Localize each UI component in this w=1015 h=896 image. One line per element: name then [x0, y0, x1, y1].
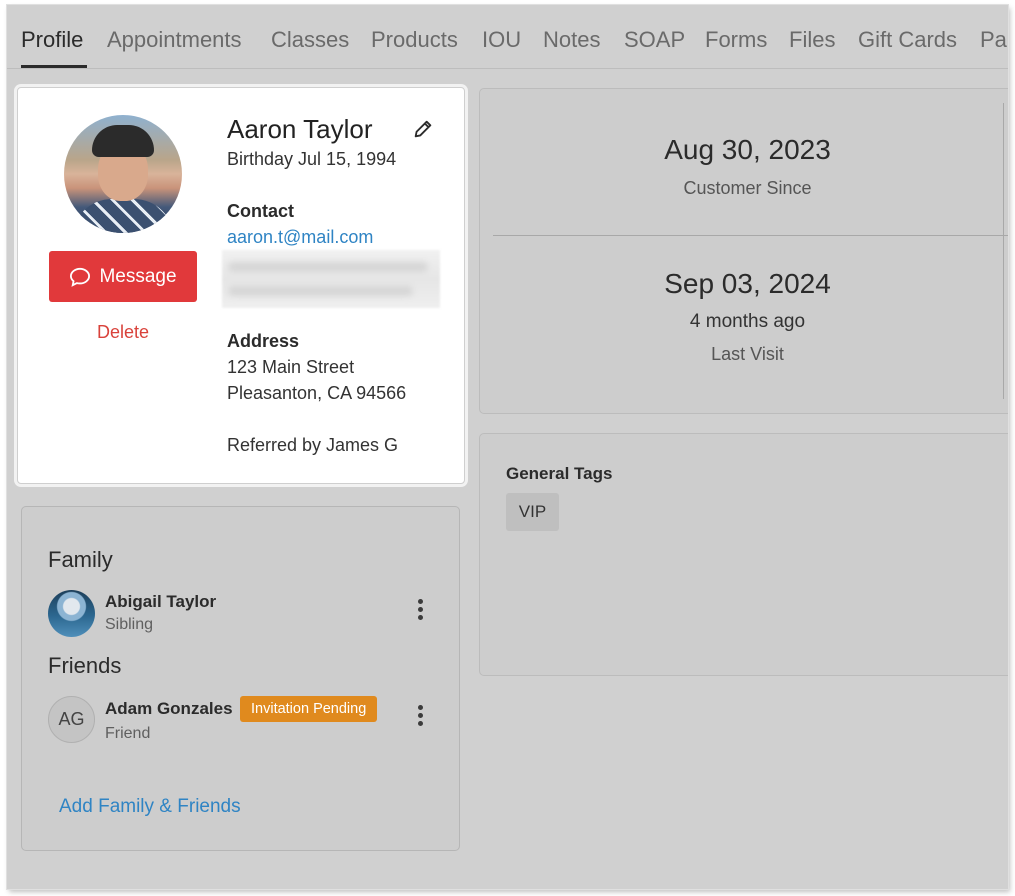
last-visit-relative: 4 months ago	[689, 311, 806, 332]
client-name: Aaron Taylor	[227, 114, 373, 144]
message-button-label: Message	[99, 265, 177, 287]
address-line-1: 123 Main Street	[227, 357, 355, 377]
last-visit-date: Sep 03, 2024	[664, 268, 831, 299]
customer-since-date: Aug 30, 2023	[664, 134, 831, 165]
tags-card: General Tags VIP	[479, 433, 1008, 676]
tab-gift-cards[interactable]: Gift Cards	[858, 27, 957, 53]
status-badge: Invitation Pending	[240, 696, 378, 722]
chat-bubble-icon	[70, 267, 91, 287]
last-visit-label: Last Visit	[711, 344, 784, 364]
more-options-icon[interactable]	[414, 597, 426, 621]
pencil-icon[interactable]	[412, 118, 434, 140]
visit-stats-card: Aug 30, 2023 Customer Since Sep 03, 2024…	[479, 88, 1008, 414]
address-line-2: Pleasanton, CA 94566	[227, 383, 407, 403]
tab-soap[interactable]: SOAP	[624, 27, 685, 53]
tags-title: General Tags	[506, 464, 613, 483]
tab-appointments[interactable]: Appointments	[107, 27, 242, 53]
contact-label: Contact	[227, 201, 294, 221]
tab-forms[interactable]: Forms	[705, 27, 767, 53]
tab-notes[interactable]: Notes	[543, 27, 600, 53]
tab-packages[interactable]: Pa	[980, 27, 1007, 53]
avatar[interactable]	[48, 590, 95, 637]
client-profile-window: Profile Appointments Classes Products IO…	[7, 5, 1008, 889]
avatar	[64, 115, 182, 233]
customer-since-label: Customer Since	[683, 178, 812, 198]
tab-bar: Profile Appointments Classes Products IO…	[7, 5, 1008, 69]
tag-chip[interactable]: VIP	[506, 493, 559, 531]
friends-title: Friends	[48, 653, 122, 678]
email-link[interactable]: aaron.t@mail.com	[227, 227, 373, 248]
referred-by: Referred by James G	[227, 435, 399, 455]
delete-link[interactable]: Delete	[49, 322, 197, 343]
tab-profile[interactable]: Profile	[21, 27, 83, 53]
avatar[interactable]: AG	[48, 696, 95, 743]
friend-relation: Friend	[105, 725, 151, 742]
family-title: Family	[48, 547, 113, 572]
profile-card: Message Delete Aaron Taylor Birthday Jul…	[17, 87, 465, 484]
tab-classes[interactable]: Classes	[271, 27, 349, 53]
active-tab-indicator	[21, 65, 87, 68]
friend-name[interactable]: Adam Gonzales	[105, 699, 233, 719]
tab-files[interactable]: Files	[789, 27, 835, 53]
tab-products[interactable]: Products	[371, 27, 458, 53]
more-options-icon[interactable]	[414, 703, 426, 727]
divider	[493, 235, 1008, 236]
family-member-name[interactable]: Abigail Taylor	[105, 592, 216, 612]
add-family-friends-link[interactable]: Add Family & Friends	[59, 796, 241, 818]
tab-iou[interactable]: IOU	[482, 27, 521, 53]
message-button[interactable]: Message	[49, 251, 197, 302]
family-friends-card: Family Abigail Taylor Sibling Friends AG…	[21, 506, 460, 851]
redacted-phone-numbers	[222, 250, 440, 308]
birthday: Birthday Jul 15, 1994	[227, 149, 397, 169]
family-member-relation: Sibling	[105, 616, 154, 633]
address-label: Address	[227, 331, 300, 351]
